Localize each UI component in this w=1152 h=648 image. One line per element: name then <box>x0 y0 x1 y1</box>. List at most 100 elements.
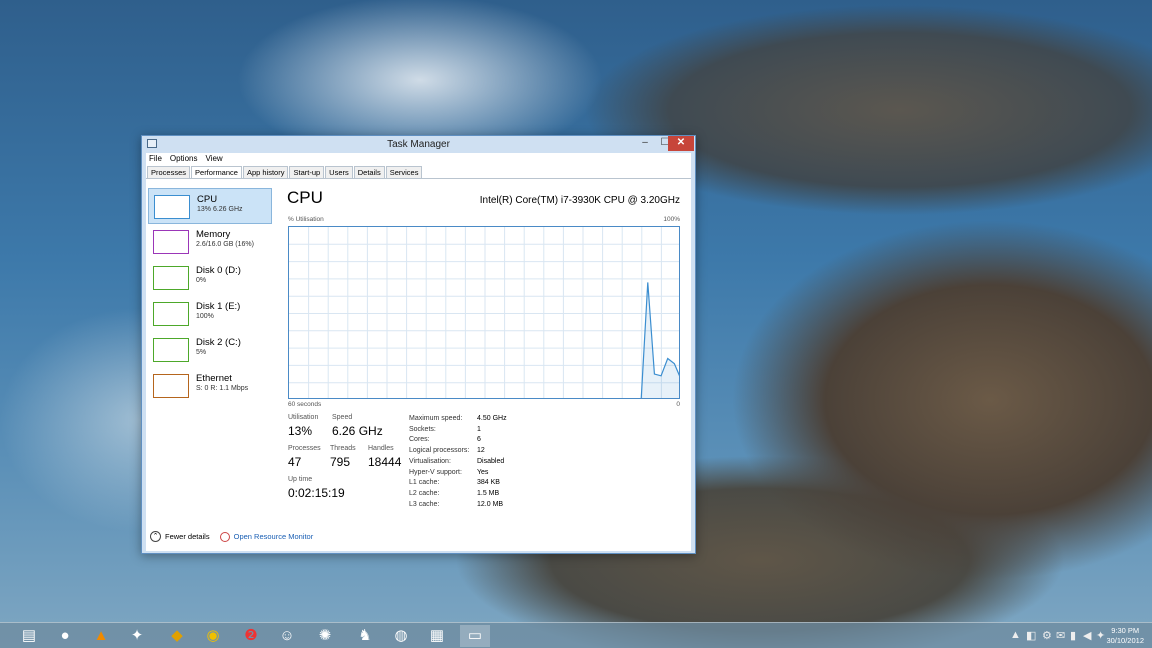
processes-label: Processes <box>288 445 321 452</box>
clock-date: 30/10/2012 <box>1106 636 1144 645</box>
task-manager-icon[interactable]: ▭ <box>460 625 490 647</box>
open-resource-monitor-link[interactable]: Open Resource Monitor <box>234 532 314 541</box>
sidebar-item-value: 5% <box>196 349 207 356</box>
clock-time: 9:30 PM <box>1111 626 1140 635</box>
vlc-icon[interactable]: ▲ <box>86 625 116 647</box>
tab-services[interactable]: Services <box>385 166 423 178</box>
network-icon[interactable]: ◍ <box>386 625 416 647</box>
cpu-details-table: Maximum speed: 4.50 GHz Sockets: 1 Cores: 6… <box>409 414 507 510</box>
max-axis-label: 100% <box>663 216 680 223</box>
sidebar-item-label: CPU <box>197 194 218 205</box>
explorer-icon[interactable]: ▤ <box>14 625 44 647</box>
memory-thumbnail-graph <box>153 230 189 254</box>
detail-row: Hyper-V support: Yes <box>409 468 489 476</box>
speed-value: 6.26 GHz <box>332 424 383 438</box>
character-icon[interactable]: ☺ <box>272 625 302 647</box>
threads-value: 795 <box>330 455 351 469</box>
sidebar-item-disk-1[interactable]: Disk 1 (E:) 100% <box>148 296 272 332</box>
minimize-button[interactable]: – <box>635 136 655 151</box>
clock[interactable]: 9:30 PM 30/10/2012 <box>1106 626 1144 646</box>
firefox-icon[interactable]: ● <box>50 625 80 647</box>
client-area: File Options View Processes Performance … <box>146 153 691 551</box>
uptime-label: Up time <box>288 476 313 483</box>
min-axis-label: 0 <box>676 401 680 408</box>
sidebar-item-memory[interactable]: Memory 2.6/16.0 GB (16%) <box>148 224 272 260</box>
tray-app-icon[interactable]: ◧ <box>1026 629 1036 642</box>
handles-label: Handles <box>368 445 394 452</box>
tab-strip: Processes Performance App history Start-… <box>147 166 423 179</box>
tab-details[interactable]: Details <box>353 166 385 178</box>
tab-app-history[interactable]: App history <box>242 166 289 178</box>
disk-1-thumbnail-graph <box>153 302 189 326</box>
sidebar-item-cpu[interactable]: CPU 13% 6.26 GHz <box>148 188 272 224</box>
soldier-icon[interactable]: ♞ <box>350 625 380 647</box>
mail-icon[interactable]: ✉ <box>1056 629 1065 642</box>
menu-bar: File Options View <box>146 153 691 165</box>
footer: ⌃ Fewer details Open Resource Monitor <box>150 531 313 542</box>
cpu-utilisation-graph <box>288 226 680 399</box>
disk-0-thumbnail-graph <box>153 266 189 290</box>
game-icon[interactable]: ✦ <box>122 625 152 647</box>
time-axis-label: 60 seconds <box>288 401 322 408</box>
cpu-model: Intel(R) Core(TM) i7-3930K CPU @ 3.20GHz <box>479 195 680 206</box>
menu-file[interactable]: File <box>149 153 162 165</box>
window-title: Task Manager <box>387 139 450 150</box>
network-status-icon[interactable]: ▮ <box>1070 629 1076 642</box>
fewer-details-button[interactable]: Fewer details <box>165 532 210 541</box>
page-title: CPU <box>287 188 323 207</box>
detail-row: L3 cache: 12.0 MB <box>409 500 504 508</box>
resource-sidebar: CPU 13% 6.26 GHz Memory 2.6/16.0 GB (16%… <box>148 188 272 404</box>
handles-value: 18444 <box>368 455 402 469</box>
taskbar: ▤ ● ▲ ✦ ◆ ◉ ❷ ☺ ✺ ♞ ◍ ▦ ▭ ▲ ◧ ⚙ ✉ ▮ ◀ ✦ … <box>0 622 1152 648</box>
sidebar-item-disk-0[interactable]: Disk 0 (D:) 0% <box>148 260 272 296</box>
cpu-thumbnail-graph <box>154 195 190 219</box>
title-bar[interactable]: Task Manager – ☐ ✕ <box>142 136 695 152</box>
menu-options[interactable]: Options <box>170 153 198 165</box>
sidebar-item-label: Disk 0 (D:) <box>196 265 241 276</box>
detail-row: Logical processors: 12 <box>409 447 485 455</box>
threads-label: Threads <box>330 445 356 452</box>
show-hidden-icons-icon[interactable]: ▲ <box>1010 629 1021 641</box>
sidebar-item-value: S: 0 R: 1.1 Mbps <box>196 385 249 392</box>
speed-label: Speed <box>332 414 353 421</box>
detail-row: Maximum speed: 4.50 GHz <box>409 415 507 422</box>
sidebar-item-value: 13% 6.26 GHz <box>197 206 243 213</box>
utilisation-label: Utilisation <box>288 414 319 421</box>
processes-value: 47 <box>288 455 302 469</box>
spider-icon[interactable]: ✺ <box>310 625 340 647</box>
task-manager-window[interactable]: Task Manager – ☐ ✕ File Options View Pro… <box>141 135 696 554</box>
sidebar-item-label: Memory <box>196 229 231 240</box>
sidebar-item-label: Disk 2 (C:) <box>196 337 241 348</box>
tab-start-up[interactable]: Start-up <box>289 166 325 178</box>
sidebar-item-ethernet[interactable]: Ethernet S: 0 R: 1.1 Mbps <box>148 368 272 404</box>
winrar-icon[interactable]: ▦ <box>422 625 452 647</box>
utilisation-axis-label: % Utilisation <box>288 216 324 223</box>
uptime-value: 0:02:15:19 <box>288 486 345 500</box>
utilisation-value: 13% <box>288 424 313 438</box>
detail-row: L1 cache: 384 KB <box>409 479 500 487</box>
sidebar-item-label: Ethernet <box>196 373 232 384</box>
detail-row: L2 cache: 1.5 MB <box>409 489 500 497</box>
detail-row: Virtualisation: Disabled <box>409 457 505 465</box>
tab-processes[interactable]: Processes <box>147 166 191 178</box>
chevron-up-icon[interactable]: ⌃ <box>150 531 161 542</box>
menu-view[interactable]: View <box>205 153 222 165</box>
sidebar-item-value: 100% <box>196 313 214 320</box>
resource-monitor-icon <box>219 531 230 542</box>
ethernet-thumbnail-graph <box>153 374 189 398</box>
close-button[interactable]: ✕ <box>668 136 694 151</box>
detail-row: Cores: 6 <box>409 436 481 444</box>
diablo-icon[interactable]: ◆ <box>162 625 192 647</box>
sidebar-item-label: Disk 1 (E:) <box>196 301 241 312</box>
sidebar-item-value: 0% <box>196 277 207 284</box>
cpu-stats: Utilisation 13% Speed 6.26 GHz Processes… <box>288 414 683 514</box>
volume-icon[interactable]: ◀ <box>1083 629 1091 642</box>
2-icon[interactable]: ❷ <box>236 625 266 647</box>
detail-row: Sockets: 1 <box>409 425 481 433</box>
action-center-icon[interactable]: ✦ <box>1096 629 1105 642</box>
sidebar-item-disk-2[interactable]: Disk 2 (C:) 5% <box>148 332 272 368</box>
wow-icon[interactable]: ◉ <box>198 625 228 647</box>
tab-users[interactable]: Users <box>325 166 353 178</box>
steam-icon[interactable]: ⚙ <box>1042 629 1052 642</box>
disk-2-thumbnail-graph <box>153 338 189 362</box>
